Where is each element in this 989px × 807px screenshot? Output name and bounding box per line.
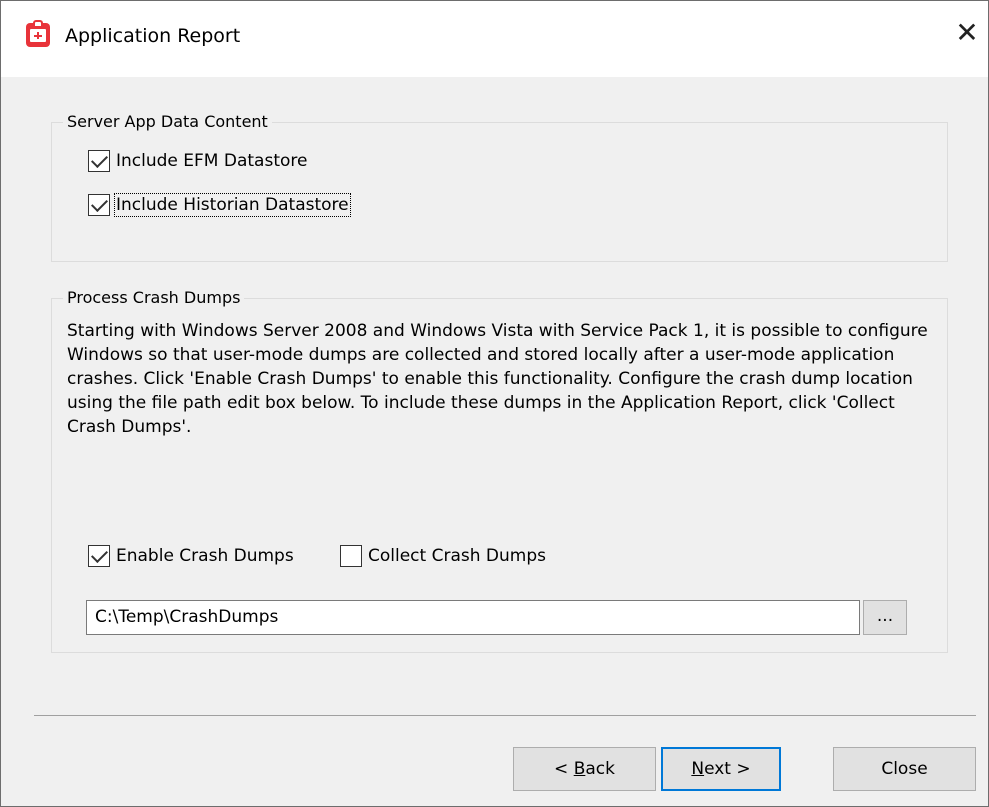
server-app-data-legend: Server App Data Content <box>63 112 272 131</box>
next-access-key: N <box>691 759 705 779</box>
close-window-icon[interactable]: ✕ <box>945 13 989 53</box>
close-button[interactable]: Close <box>833 747 976 791</box>
process-crash-dumps-legend: Process Crash Dumps <box>63 288 245 307</box>
crash-dump-path-field[interactable]: C:\Temp\CrashDumps <box>86 600 860 635</box>
enable-crash-dumps-checkbox[interactable]: Enable Crash Dumps <box>88 545 294 567</box>
application-report-window: Application Report ✕ Server App Data Con… <box>0 0 989 807</box>
include-efm-checkbox[interactable]: Include EFM Datastore <box>88 150 307 172</box>
include-efm-label: Include EFM Datastore <box>116 151 308 171</box>
back-prefix: < <box>554 759 574 779</box>
window-title: Application Report <box>65 25 241 47</box>
enable-crash-dumps-label: Enable Crash Dumps <box>116 546 294 566</box>
toolbox-app-icon <box>26 20 50 47</box>
checkbox-checked-icon[interactable] <box>88 150 110 172</box>
next-button[interactable]: Next > <box>661 747 781 791</box>
collect-crash-dumps-checkbox[interactable]: Collect Crash Dumps <box>340 545 546 567</box>
next-rest: ext > <box>704 759 751 779</box>
back-rest: ack <box>585 759 615 779</box>
crash-dumps-description: Starting with Windows Server 2008 and Wi… <box>67 321 928 437</box>
collect-crash-dumps-label: Collect Crash Dumps <box>368 546 546 566</box>
checkbox-unchecked-icon[interactable] <box>340 545 362 567</box>
include-historian-label: Include Historian Datastore <box>114 193 351 217</box>
checkbox-checked-icon[interactable] <box>88 545 110 567</box>
footer-separator <box>34 715 976 716</box>
back-button[interactable]: < Back <box>513 747 656 791</box>
back-access-key: B <box>573 759 586 779</box>
checkbox-checked-icon[interactable] <box>88 194 110 216</box>
server-app-data-group <box>51 122 948 262</box>
browse-button[interactable]: ... <box>863 600 907 635</box>
include-historian-checkbox[interactable]: Include Historian Datastore <box>88 193 351 217</box>
title-bar: Application Report ✕ <box>1 1 988 77</box>
